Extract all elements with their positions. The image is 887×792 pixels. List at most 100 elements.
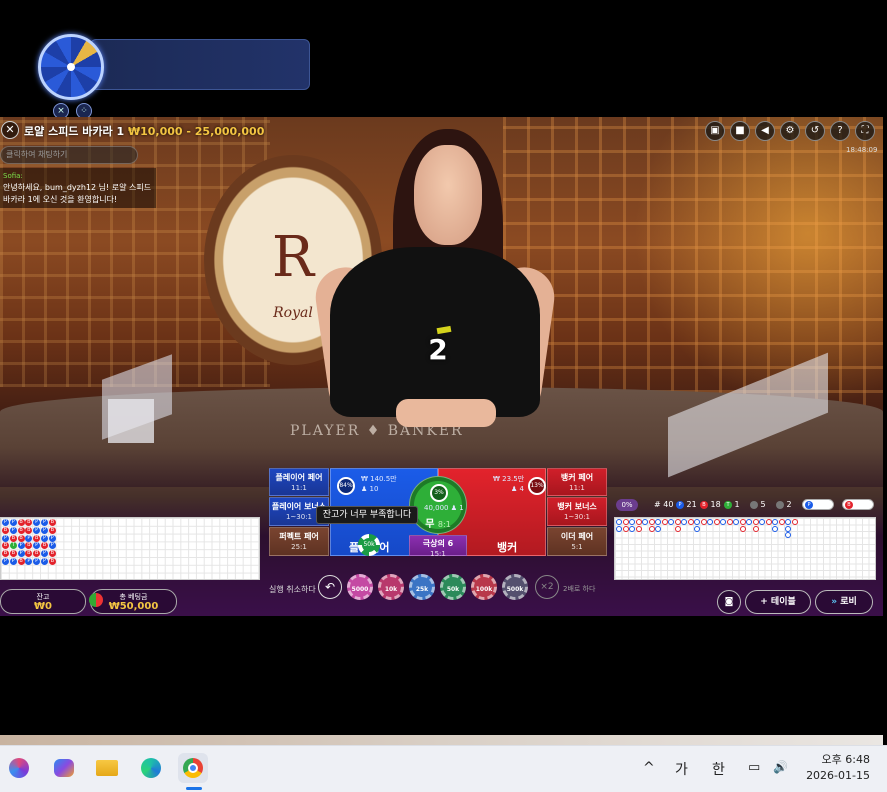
lobby-button[interactable]: » 로비 — [815, 590, 873, 614]
wheel-icon[interactable] — [38, 34, 104, 100]
bead-result: B — [33, 534, 41, 542]
big-road[interactable] — [614, 517, 876, 580]
tray-chevron-icon[interactable]: ^ — [643, 760, 655, 776]
bead-result: B — [2, 542, 9, 550]
tie-label-group: 무 8:1 — [410, 515, 466, 530]
bet-banker-bonus[interactable]: 뱅커 보너스 1~30:1 — [547, 497, 607, 526]
volume-icon[interactable]: ◀ — [755, 121, 775, 141]
bead-road[interactable]: PPBBPPBBPBBPPBPBBPBPPBTPBPBPBBPBBPBPPBPP… — [0, 517, 260, 580]
copilot-icon[interactable] — [48, 753, 78, 783]
undo-icon[interactable]: ↶ — [318, 575, 342, 599]
bead-result: P — [48, 534, 56, 542]
dealer-hands — [396, 399, 496, 427]
big-road-result — [629, 525, 635, 532]
bead-result: P — [25, 534, 33, 542]
big-road-result — [661, 519, 668, 525]
big-road-result — [655, 525, 661, 532]
chat-input[interactable]: 클릭하여 채팅하기 — [0, 146, 138, 164]
big-road-result — [772, 519, 778, 525]
bead-result: B — [25, 542, 33, 550]
chat-message: Sofia: 안녕하세요, bum_dyzh12 님! 로얄 스피드 바카라 1… — [0, 168, 156, 208]
bead-result: B — [41, 542, 48, 550]
predict-player-button[interactable]: P — [802, 499, 834, 510]
dealer-body — [330, 247, 540, 417]
big-road-result — [635, 519, 642, 525]
bead-result: P — [33, 558, 41, 565]
chip-50k[interactable]: 50k — [440, 574, 466, 600]
chat-icon[interactable]: ▣ — [705, 121, 725, 141]
bet-player-pair[interactable]: 플레이어 페어 11:1 — [269, 468, 329, 496]
bead-result: B — [48, 526, 56, 534]
system-clock[interactable]: 오후 6:48 2026-01-15 — [800, 752, 870, 784]
close-game-icon[interactable]: ✕ — [1, 121, 19, 139]
big-road-result — [752, 525, 759, 532]
predict-banker-button[interactable]: B — [842, 499, 874, 510]
bead-result: P — [41, 550, 48, 558]
bet-perfect-pair[interactable]: 퍼펙트 페어 25:1 — [269, 527, 329, 556]
big-road-result — [759, 519, 765, 525]
tie-percent: 3% — [430, 484, 448, 502]
bead-result: B — [17, 526, 25, 534]
bead-result: B — [2, 526, 9, 534]
chip-25k[interactable]: 25k — [409, 574, 435, 600]
help-icon[interactable]: ? — [830, 121, 850, 141]
big-road-result — [700, 519, 707, 525]
bead-result: P — [41, 558, 48, 565]
chrome-icon[interactable] — [178, 753, 208, 783]
promo-panel[interactable] — [90, 39, 310, 90]
big-road-result — [772, 525, 778, 532]
player-count: ♟ 10 — [361, 485, 379, 493]
volume-tray-icon[interactable]: 🔊 — [773, 760, 788, 774]
bead-result: P — [2, 519, 9, 526]
bet-either-pair[interactable]: 이더 페어 5:1 — [547, 527, 607, 556]
big-road-result — [707, 519, 713, 525]
bet-banker-pair[interactable]: 뱅커 페어 11:1 — [547, 468, 607, 496]
player-amount: ₩ 140.5만 — [361, 475, 397, 483]
bet-label: 이더 페어 — [560, 532, 594, 541]
bet-limits: ₩10,000 - 25,000,000 — [127, 125, 265, 138]
banker-count: ♟ 4 — [511, 485, 524, 493]
ime-korean[interactable]: 가 — [675, 759, 688, 779]
promo-wheel-widget[interactable] — [38, 34, 310, 100]
chip-500k[interactable]: 500k — [502, 574, 528, 600]
bet-super-six[interactable]: 극상의 6 15:1 — [409, 535, 467, 558]
bead-result: P — [33, 526, 41, 534]
fullscreen-icon[interactable]: ⛶ — [855, 121, 875, 141]
edge-icon[interactable] — [136, 753, 166, 783]
big-road-result — [752, 519, 759, 525]
bet-label: 퍼펙트 페어 — [279, 532, 319, 541]
bet-label: 플레이어 페어 — [275, 473, 323, 482]
bead-result: B — [2, 550, 9, 558]
bead-result: P — [25, 558, 33, 565]
bet-odds: 11:1 — [291, 484, 307, 492]
camera-icon[interactable]: ■ — [730, 121, 750, 141]
bead-result: P — [41, 519, 48, 526]
file-explorer-icon[interactable] — [92, 753, 122, 783]
chat-toggle-icon[interactable]: ◙ — [717, 590, 741, 614]
bead-result: B — [25, 519, 33, 526]
lobby-label: 로비 — [840, 597, 857, 607]
bead-result: T — [9, 542, 17, 550]
bet-tie[interactable]: 3% 40,000 ♟ 1 무 8:1 — [409, 476, 467, 534]
settings-icon[interactable]: ⚙ — [780, 121, 800, 141]
app-icon-launcher[interactable] — [4, 753, 34, 783]
add-table-button[interactable]: + 테이블 — [745, 590, 811, 614]
total-bet-label: 총 베팅금 — [119, 593, 148, 601]
network-icon[interactable]: ▭ — [748, 760, 760, 775]
placed-chip: 50k — [358, 534, 380, 556]
dealer-face — [414, 145, 482, 245]
chip-10k[interactable]: 10k — [378, 574, 404, 600]
total-bet-display: 총 베팅금 ₩50,000 — [89, 589, 177, 614]
history-icon[interactable]: ↺ — [805, 121, 825, 141]
chip-5000[interactable]: 5000 — [347, 574, 373, 600]
bead-result: P — [33, 519, 41, 526]
ime-hangul[interactable]: 한 — [712, 759, 725, 779]
big-road-result — [791, 519, 798, 525]
player-wins: P 21 — [676, 499, 697, 511]
bead-result: B — [48, 558, 56, 565]
chip-100k[interactable]: 100k — [471, 574, 497, 600]
big-road-result — [655, 519, 661, 525]
double-button[interactable]: ×2 — [535, 575, 559, 599]
tie-odds: 8:1 — [437, 520, 451, 529]
road-stats: 0% # 40 P 21 B 18 T 1 5 2 P B — [614, 498, 884, 512]
